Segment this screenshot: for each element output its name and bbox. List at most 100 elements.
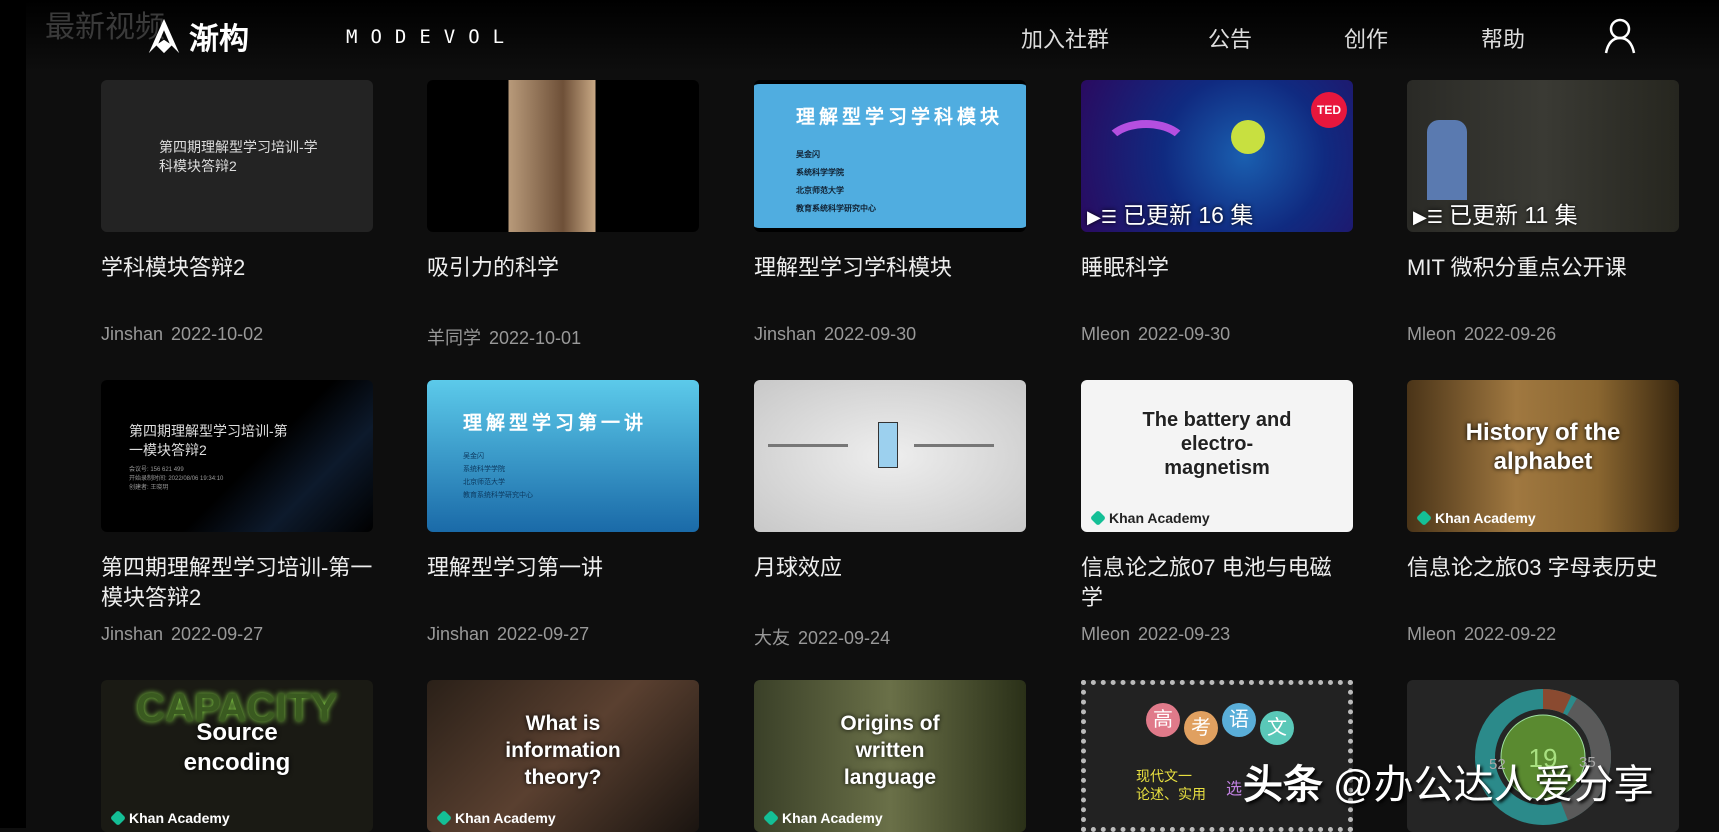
khan-academy-brand: Khan Academy: [1090, 510, 1210, 526]
video-card[interactable]: CAPACITY Source encoding Khan Academy: [101, 680, 373, 832]
author: Mleon: [1407, 324, 1457, 344]
date: 2022-09-27: [497, 624, 590, 644]
thumbnail-text: What is information theory?: [505, 712, 621, 789]
khan-academy-brand: Khan Academy: [1416, 510, 1536, 526]
author: 大友: [754, 628, 790, 648]
nav-create[interactable]: 创作: [1344, 22, 1388, 54]
video-title[interactable]: 月球效应: [754, 553, 1026, 613]
date: 2022-09-30: [1138, 324, 1231, 344]
logo-text: 渐构: [189, 23, 249, 56]
episode-count: ▶☰ 已更新 16 集: [1087, 202, 1254, 228]
video-title[interactable]: 睡眠科学: [1081, 253, 1353, 313]
khan-logo-icon: [1090, 510, 1106, 526]
thumbnail-line: 会议号: 156 621 499: [129, 467, 184, 473]
brand-wordmark: MODEVOL: [346, 26, 518, 48]
site-logo[interactable]: 渐构: [145, 14, 249, 58]
video-thumbnail[interactable]: ▶☰ 已更新 11 集: [1407, 80, 1679, 232]
thumbnail-char: 高: [1146, 703, 1180, 737]
thumbnail-line: 创建者: 王晓玥: [129, 485, 169, 491]
video-card[interactable]: 月球效应 大友 2022-09-24: [754, 380, 1026, 650]
thumbnail-text: The battery and electro-magnetism: [1142, 409, 1292, 479]
watermark: 头条 @办公达人爱分享: [1243, 763, 1654, 807]
video-thumbnail[interactable]: 理解型学习学科模块 吴金闪 系统科学学院 北京师范大学 教育系统科学研究中心: [754, 80, 1026, 232]
video-card[interactable]: 理解型学习第一讲 吴金闪 系统科学学院 北京师范大学 教育系统科学研究中心 理解…: [427, 380, 699, 645]
video-title[interactable]: 第四期理解型学习培训-第一模块答辩2: [101, 553, 373, 613]
thumbnail-line: 北京师范大学: [796, 186, 844, 195]
thumbnail-text: 理解型学习学科模块: [796, 107, 1004, 128]
author: Jinshan: [754, 324, 817, 344]
video-card[interactable]: ▶☰ 已更新 11 集 MIT 微积分重点公开课 Mleon 2022-09-26: [1407, 80, 1679, 345]
video-thumbnail[interactable]: 理解型学习第一讲 吴金闪 系统科学学院 北京师范大学 教育系统科学研究中心: [427, 380, 699, 532]
video-title[interactable]: 理解型学习第一讲: [427, 553, 699, 613]
video-card[interactable]: What is information theory? Khan Academy: [427, 680, 699, 832]
thumbnail-line: 教育系统科学研究中心: [463, 492, 533, 499]
nav-announcements[interactable]: 公告: [1208, 22, 1252, 54]
thumbnail-text: Source encoding: [183, 719, 291, 776]
date: 2022-09-30: [824, 324, 917, 344]
video-thumbnail[interactable]: What is information theory? Khan Academy: [427, 680, 699, 832]
video-title[interactable]: 吸引力的科学: [427, 253, 699, 313]
video-thumbnail[interactable]: 第四期理解型学习培训-第一模块答辩2 会议号: 156 621 499 开始录制…: [101, 380, 373, 532]
thumbnail-line: 系统科学学院: [796, 168, 844, 177]
khan-academy-brand: Khan Academy: [110, 810, 230, 826]
khan-academy-brand: Khan Academy: [436, 810, 556, 826]
video-card[interactable]: TED ▶☰ 已更新 16 集 睡眠科学 Mleon 2022-09-30: [1081, 80, 1353, 345]
video-thumbnail[interactable]: The battery and electro-magnetism Khan A…: [1081, 380, 1353, 532]
video-title[interactable]: 信息论之旅07 电池与电磁学: [1081, 553, 1353, 613]
author: Jinshan: [427, 624, 490, 644]
nav-help[interactable]: 帮助: [1481, 22, 1525, 54]
author: Mleon: [1081, 324, 1131, 344]
thumbnail-line: 教育系统科学研究中心: [796, 204, 876, 213]
video-thumbnail[interactable]: History of the alphabet Khan Academy: [1407, 380, 1679, 532]
video-title[interactable]: 理解型学习学科模块: [754, 253, 1026, 313]
author: Jinshan: [101, 624, 164, 644]
author: Mleon: [1081, 624, 1131, 644]
thumbnail-text: History of the alphabet: [1465, 419, 1621, 475]
date: 2022-09-23: [1138, 624, 1231, 644]
video-title[interactable]: MIT 微积分重点公开课: [1407, 253, 1679, 313]
user-icon[interactable]: [1603, 18, 1637, 54]
playlist-icon: ▶☰: [1087, 207, 1117, 227]
khan-logo-icon: [110, 810, 126, 826]
thumbnail-line: 选: [1226, 781, 1243, 798]
video-title[interactable]: 信息论之旅03 字母表历史: [1407, 553, 1679, 613]
thumbnail-line: 吴金闪: [796, 150, 820, 159]
video-card[interactable]: The battery and electro-magnetism Khan A…: [1081, 380, 1353, 645]
khan-academy-brand: Khan Academy: [763, 810, 883, 826]
playlist-icon: ▶☰: [1413, 207, 1443, 227]
video-title[interactable]: 学科模块答辩2: [101, 253, 373, 313]
thumbnail-text: Origins of written language: [840, 712, 940, 789]
date: 2022-09-27: [171, 624, 264, 644]
thumbnail-line: 论述、实用: [1136, 786, 1206, 802]
video-card[interactable]: 第四期理解型学习培训-第一模块答辩2 会议号: 156 621 499 开始录制…: [101, 380, 373, 645]
nav-join-community[interactable]: 加入社群: [1021, 22, 1109, 54]
thumbnail-char: 文: [1260, 711, 1294, 745]
video-card[interactable]: 第四期理解型学习培训-学科模块答辩2 学科模块答辩2 Jinshan 2022-1…: [101, 80, 373, 345]
khan-logo-icon: [763, 810, 779, 826]
left-edge: [0, 0, 26, 828]
date: 2022-10-02: [171, 324, 264, 344]
khan-logo-icon: [1416, 510, 1432, 526]
video-thumbnail[interactable]: [427, 80, 699, 232]
date: 2022-09-24: [798, 628, 891, 648]
date: 2022-09-26: [1464, 324, 1557, 344]
video-thumbnail[interactable]: CAPACITY Source encoding Khan Academy: [101, 680, 373, 832]
video-card[interactable]: Origins of written language Khan Academy: [754, 680, 1026, 832]
author: 羊同学: [427, 328, 481, 348]
thumbnail-line: 吴金闪: [463, 453, 484, 460]
ted-badge: TED: [1311, 92, 1347, 128]
thumbnail-char: 考: [1184, 711, 1218, 745]
video-thumbnail[interactable]: 第四期理解型学习培训-学科模块答辩2: [101, 80, 373, 232]
video-thumbnail[interactable]: TED ▶☰ 已更新 16 集: [1081, 80, 1353, 232]
date: 2022-09-22: [1464, 624, 1557, 644]
video-thumbnail[interactable]: Origins of written language Khan Academy: [754, 680, 1026, 832]
khan-logo-icon: [436, 810, 452, 826]
author: Jinshan: [101, 324, 164, 344]
video-card[interactable]: 吸引力的科学 羊同学 2022-10-01: [427, 80, 699, 350]
video-thumbnail[interactable]: [754, 380, 1026, 532]
author: Mleon: [1407, 624, 1457, 644]
video-card[interactable]: History of the alphabet Khan Academy 信息论…: [1407, 380, 1679, 645]
thumbnail-text: 理解型学习第一讲: [463, 413, 648, 434]
video-card[interactable]: 理解型学习学科模块 吴金闪 系统科学学院 北京师范大学 教育系统科学研究中心 理…: [754, 80, 1026, 345]
thumbnail-line: 北京师范大学: [463, 479, 505, 486]
